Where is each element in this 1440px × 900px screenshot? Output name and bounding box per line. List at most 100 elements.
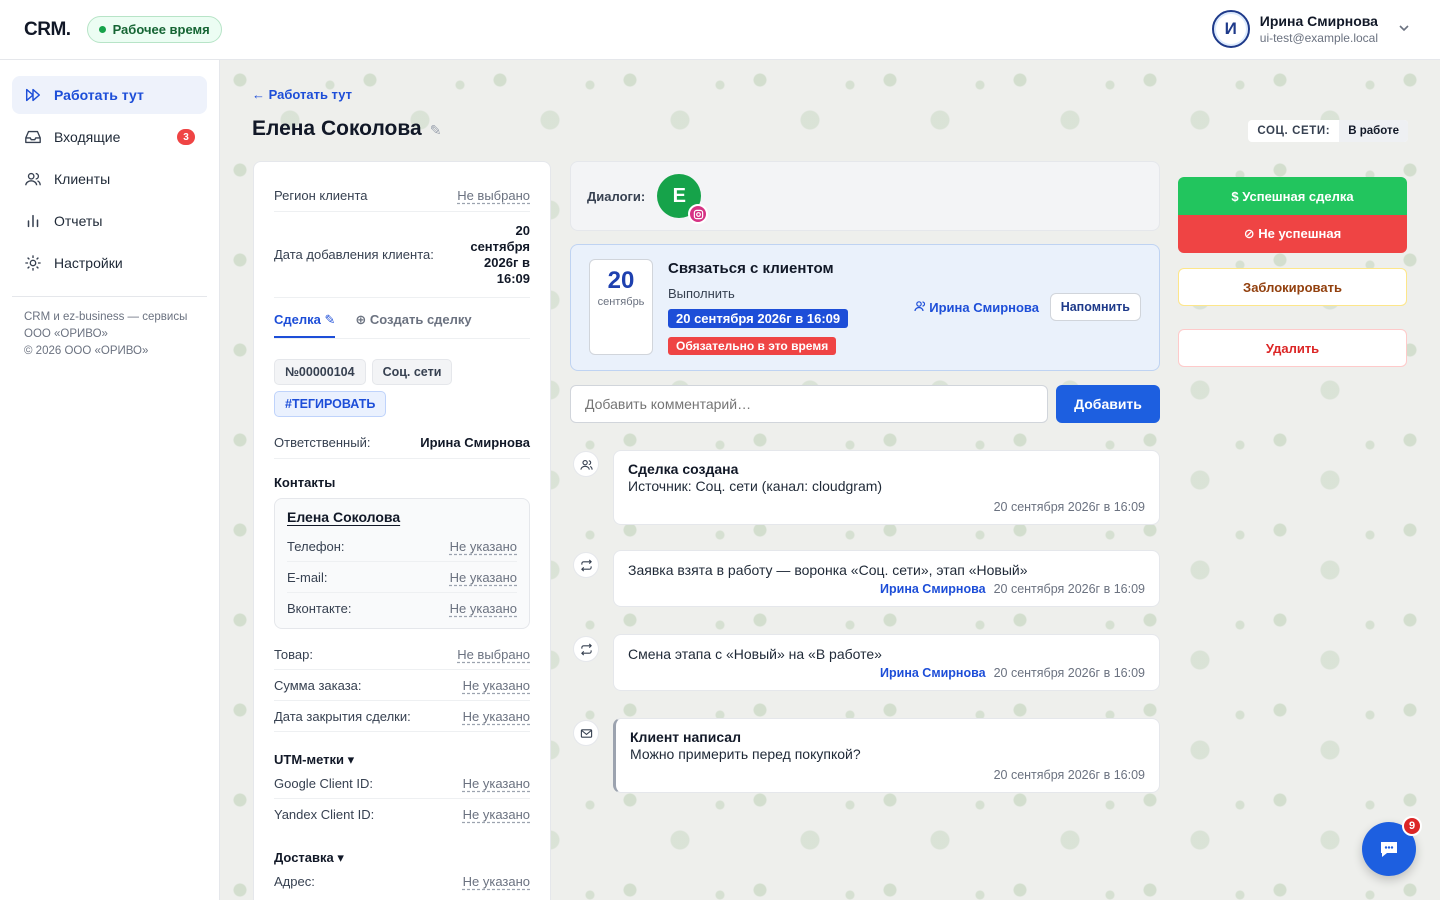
task-action: Выполнить — [668, 286, 735, 301]
responsible-value[interactable]: Ирина Смирнова — [420, 435, 530, 450]
chat-bubble-icon — [1381, 842, 1397, 857]
task-assignee-name: Ирина Смирнова — [929, 300, 1039, 315]
client-info-card: Регион клиента Не выбрано Дата добавлени… — [253, 161, 551, 900]
instagram-icon — [688, 204, 709, 224]
task-required-badge: Обязательно в это время — [668, 337, 837, 355]
event-title: Сделка создана — [628, 461, 739, 477]
sidebar: Работать тут Входящие 3 Клиенты Отчеты Н… — [0, 60, 220, 900]
user-menu[interactable]: И Ирина Смирнова ui-test@example.local — [1211, 10, 1410, 48]
main-area: ← Работать тут Елена Соколова ✎ СОЦ. СЕТИ… — [220, 60, 1440, 900]
sidebar-item-label: Клиенты — [54, 171, 111, 187]
dialogs-label: Диалоги: — [587, 188, 646, 204]
contacts-heading: Контакты — [274, 475, 336, 490]
field-label: Сумма заказа: — [274, 677, 362, 693]
work-status-badge[interactable]: Рабочее время — [86, 16, 222, 43]
sum-value[interactable]: Не указано — [463, 678, 530, 693]
gcid-value[interactable]: Не указано — [463, 776, 530, 791]
task-due-date: 20 сентября 2026г в 16:09 — [668, 309, 849, 328]
sidebar-item-inbox[interactable]: Входящие 3 — [12, 118, 207, 156]
work-status-label: Рабочее время — [112, 22, 210, 37]
event-taken-to-work: Заявка взята в работу — воронка «Соц. се… — [613, 550, 1160, 607]
task-assignee[interactable]: Ирина Смирнова — [914, 300, 1039, 315]
field-label: Дата закрытия сделки: — [274, 708, 411, 724]
field-label: Регион клиента — [274, 188, 368, 203]
footer-line: CRM и ez-business — сервисы — [24, 311, 188, 323]
app-logo[interactable]: CRM. — [24, 19, 71, 41]
avatar: И — [1211, 10, 1250, 48]
event-author[interactable]: Ирина Смирнова — [880, 666, 986, 680]
email-value[interactable]: Не указано — [450, 570, 517, 585]
event-time: 20 сентября 2026г в 16:09 — [993, 582, 1145, 596]
chat-unread-badge: 9 — [1402, 816, 1422, 836]
users-icon — [25, 172, 41, 186]
dialog-avatar[interactable]: Е — [657, 174, 709, 224]
sidebar-item-label: Отчеты — [54, 213, 103, 229]
edit-pencil-icon[interactable]: ✎ — [430, 122, 442, 138]
address-row: Адрес: Не указано — [274, 866, 530, 897]
tag-chip[interactable]: #ТЕГИРОВАТЬ — [274, 391, 387, 417]
vk-row: Вконтакте: Не указано — [287, 593, 517, 624]
deal-chips: №00000104 Соц. сети #ТЕГИРОВАТЬ — [274, 359, 534, 417]
event-time: 20 сентября 2026г в 16:09 — [993, 500, 1145, 514]
sidebar-item-reports[interactable]: Отчеты — [12, 202, 207, 240]
sidebar-item-label: Работать тут — [54, 87, 144, 103]
responsible-row: Ответственный: Ирина Смирнова — [274, 427, 530, 459]
successful-deal-button[interactable]: $ Успешная сделка — [1178, 177, 1407, 215]
client-name-title: Елена Соколова — [252, 117, 422, 140]
chevron-down-icon[interactable] — [1398, 22, 1410, 37]
sum-row: Сумма заказа: Не указано — [274, 670, 530, 701]
vk-value[interactable]: Не указано — [450, 601, 517, 616]
event-meta: 20 сентября 2026г в 16:09 — [630, 768, 1145, 782]
close-date-row: Дата закрытия сделки: Не указано — [274, 701, 530, 732]
unsuccessful-deal-button[interactable]: ⊘ Не успешная — [1178, 215, 1407, 253]
sidebar-item-label: Настройки — [54, 255, 123, 271]
region-value[interactable]: Не выбрано — [457, 188, 530, 203]
block-button[interactable]: Заблокировать — [1178, 268, 1407, 306]
phone-value[interactable]: Не указано — [450, 539, 517, 554]
field-label: Yandex Client ID: — [274, 807, 375, 822]
tab-create-deal[interactable]: ⊕ Создать сделку — [355, 312, 471, 338]
gear-icon — [25, 255, 41, 271]
sidebar-item-clients[interactable]: Клиенты — [12, 160, 207, 198]
delete-button[interactable]: Удалить — [1178, 329, 1407, 367]
funnel-label: СОЦ. СЕТИ: — [1257, 125, 1331, 137]
field-label: E-mail: — [287, 569, 328, 585]
task-datebox: 20 сентябрь — [589, 259, 653, 355]
bar-chart-icon — [27, 214, 39, 228]
user-icon — [914, 301, 925, 312]
sidebar-item-work-here[interactable]: Работать тут — [12, 76, 207, 114]
event-text: Смена этапа с «Новый» на «В работе» — [628, 646, 882, 662]
ycid-row: Yandex Client ID: Не указано — [274, 799, 530, 830]
ycid-value[interactable]: Не указано — [463, 807, 530, 822]
utm-toggle[interactable]: UTM-метки ▾ — [274, 752, 530, 768]
email-row: E-mail: Не указано — [287, 562, 517, 593]
comment-input[interactable] — [570, 385, 1048, 423]
delivery-toggle[interactable]: Доставка ▾ — [274, 850, 530, 866]
task-card: 20 сентябрь Связаться с клиентом Выполни… — [570, 244, 1160, 371]
chat-button[interactable]: 9 — [1362, 816, 1422, 876]
region-row: Регион клиента Не выбрано — [274, 180, 530, 212]
task-day: 20 — [607, 267, 635, 294]
close-date-value[interactable]: Не указано — [463, 709, 530, 724]
event-time: 20 сентября 2026г в 16:09 — [993, 666, 1145, 680]
added-date-value: 20 сентября 2026г в 16:09 — [470, 222, 530, 286]
field-label: Вконтакте: — [287, 601, 352, 616]
contact-name[interactable]: Елена Соколова — [287, 509, 517, 525]
field-label: Товар: — [274, 646, 313, 662]
address-value[interactable]: Не указано — [463, 874, 530, 889]
event-author[interactable]: Ирина Смирнова — [880, 582, 986, 596]
source-chip: Соц. сети — [371, 359, 453, 385]
event-meta: 20 сентября 2026г в 16:09 — [628, 500, 1145, 514]
sidebar-item-settings[interactable]: Настройки — [12, 244, 207, 282]
stage-value[interactable]: В работе — [1339, 120, 1408, 142]
deal-tabs: Сделка ✎ ⊕ Создать сделку — [274, 312, 530, 339]
status-badge: СОЦ. СЕТИ: В работе — [1248, 120, 1408, 142]
event-meta: Ирина Смирнова 20 сентября 2026г в 16:09 — [628, 666, 1145, 680]
add-comment-button[interactable]: Добавить — [1056, 385, 1160, 423]
back-link[interactable]: ← Работать тут — [252, 87, 352, 102]
mail-icon — [573, 720, 599, 746]
field-label: Дата добавления клиента: — [274, 247, 434, 262]
tab-deal[interactable]: Сделка ✎ — [274, 312, 336, 338]
product-value[interactable]: Не выбрано — [457, 647, 530, 662]
remind-button[interactable]: Напомнить — [1049, 293, 1141, 321]
